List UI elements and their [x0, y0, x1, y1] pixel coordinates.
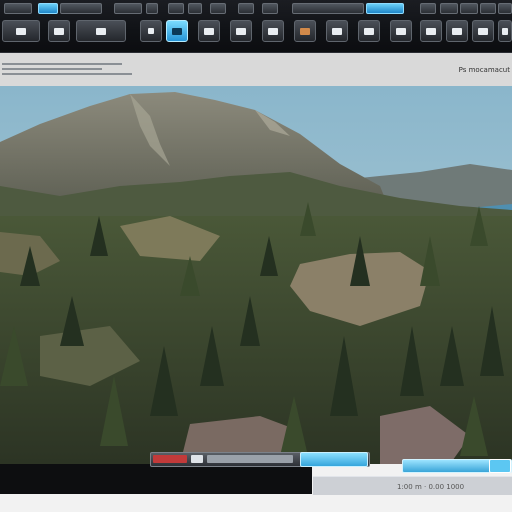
terrain-render [0, 86, 512, 464]
time-field[interactable] [300, 452, 368, 467]
tab-1[interactable] [4, 3, 32, 14]
header-line-3 [2, 73, 132, 75]
tab-6[interactable] [168, 3, 184, 14]
stop-icon [148, 28, 154, 34]
visibility-button[interactable] [230, 20, 252, 42]
file-menu-button[interactable] [2, 20, 40, 42]
tab-5[interactable] [146, 3, 158, 14]
grid-button[interactable] [420, 20, 442, 42]
eye-icon [236, 27, 246, 35]
folder-icon [300, 27, 310, 35]
header-line-1 [2, 63, 122, 65]
tab-3[interactable] [60, 3, 102, 14]
tab-16[interactable] [480, 3, 496, 14]
timeline-chip[interactable] [207, 455, 293, 463]
footer-panel: 1:00 m · 0.00 1000 [313, 476, 512, 495]
layers-button[interactable] [198, 20, 220, 42]
grid-icon [426, 27, 436, 35]
zoom-slider[interactable] [402, 459, 512, 473]
tab-strip [0, 1, 512, 14]
view-icon [172, 27, 182, 35]
open-icon [96, 27, 106, 35]
plus-icon [502, 27, 508, 35]
more-button[interactable] [498, 20, 512, 42]
info-header: Ps mocamacut [0, 53, 512, 87]
footer-label: 1:00 m · 0.00 1000 [397, 483, 465, 491]
record-chip[interactable] [153, 455, 187, 463]
bottom-bar: 1:00 m · 0.00 1000 [0, 452, 512, 512]
tab-10[interactable] [262, 3, 278, 14]
save-icon [452, 27, 462, 35]
globe-icon [396, 27, 406, 35]
settings-icon [268, 27, 278, 35]
layers-icon [204, 27, 214, 35]
tab-9[interactable] [238, 3, 254, 14]
zoom-slider-handle[interactable] [489, 459, 511, 473]
camera-button[interactable] [326, 20, 348, 42]
lock-icon [364, 27, 374, 35]
tab-17[interactable] [498, 3, 512, 14]
tab-8[interactable] [210, 3, 226, 14]
tab-13[interactable] [420, 3, 436, 14]
tab-7[interactable] [188, 3, 202, 14]
globe-button[interactable] [390, 20, 412, 42]
tab-2-active[interactable] [38, 3, 58, 14]
new-icon [54, 27, 64, 35]
status-panel [0, 464, 312, 494]
new-button[interactable] [48, 20, 70, 42]
stop-button[interactable] [140, 20, 162, 42]
play-chip[interactable] [191, 455, 203, 463]
file-icon [16, 27, 26, 35]
camera-icon [332, 27, 342, 35]
view-button[interactable] [166, 20, 188, 42]
tab-4[interactable] [114, 3, 142, 14]
save-button[interactable] [446, 20, 468, 42]
main-toolbar [0, 0, 512, 53]
header-corner-label: Ps mocamacut [458, 66, 510, 74]
tab-11[interactable] [292, 3, 364, 14]
settings-button[interactable] [262, 20, 284, 42]
folder-button[interactable] [294, 20, 316, 42]
tab-12-active[interactable] [366, 3, 404, 14]
scene-viewport[interactable] [0, 86, 512, 464]
tab-14[interactable] [440, 3, 458, 14]
tab-15[interactable] [460, 3, 478, 14]
export-icon [478, 27, 488, 35]
export-button[interactable] [472, 20, 494, 42]
lock-button[interactable] [358, 20, 380, 42]
open-button[interactable] [76, 20, 126, 42]
header-line-2 [2, 68, 102, 70]
